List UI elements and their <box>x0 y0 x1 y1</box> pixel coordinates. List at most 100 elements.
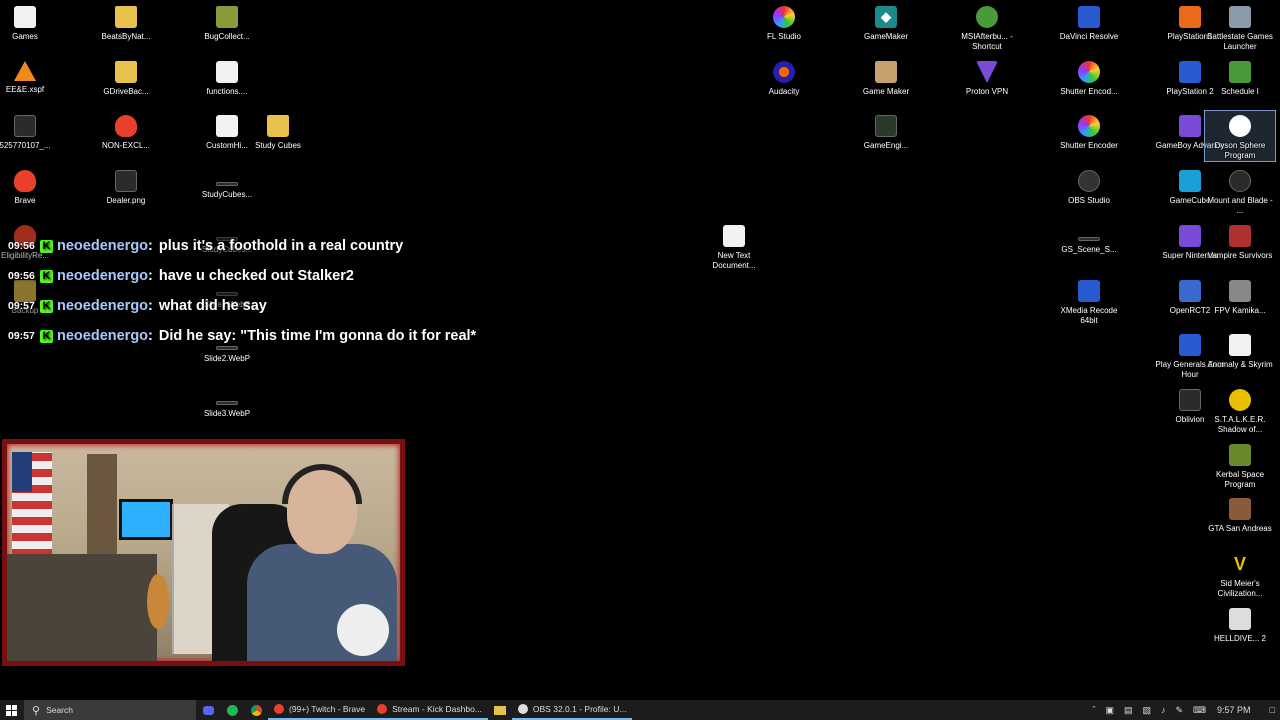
taskbar-search[interactable]: ⚲ Search <box>24 700 196 720</box>
desktop-icon-gdrivebac[interactable]: GDriveBac... <box>91 57 161 97</box>
desktop-icon-fpv-kamikaze[interactable]: FPV Kamika... <box>1205 276 1275 316</box>
chat-separator: : <box>148 268 153 284</box>
taskbar-app-obs[interactable]: OBS 32.0.1 - Profile: U... <box>511 700 633 720</box>
keyboard-icon[interactable]: ⌨ <box>1193 705 1206 716</box>
webcam-headset <box>282 464 362 504</box>
brave-icon <box>14 170 36 192</box>
taskbar-app-label: (99+) Twitch - Brave <box>289 704 366 714</box>
chevron-up-icon[interactable]: ˆ <box>1092 705 1095 715</box>
desktop-icon-shutter-encoder[interactable]: Shutter Encoder <box>1054 111 1124 151</box>
folder-icon <box>115 61 137 83</box>
desktop-icon-games[interactable]: Games <box>0 2 60 42</box>
desktop-icon-gameengi[interactable]: GameEngi... <box>851 111 921 151</box>
pen-icon[interactable]: ✎ <box>1175 705 1183 716</box>
webcam-monitor <box>119 499 173 540</box>
chat-username: neoedenergo <box>57 328 149 344</box>
desktop-icon-fl-studio[interactable]: FL Studio <box>749 2 819 42</box>
webcam-overlay <box>2 439 405 666</box>
display-icon[interactable]: ▣ <box>1105 705 1114 716</box>
desktop-icon-xmedia-recode[interactable]: XMedia Recode 64bit <box>1054 276 1124 326</box>
obs-icon <box>1078 170 1100 192</box>
chat-text: Did he say: "This time I'm gonna do it f… <box>158 328 477 344</box>
desktop-icon-audacity[interactable]: Audacity <box>749 57 819 97</box>
generals-icon <box>1179 334 1201 356</box>
gamemaker-icon: ◆ <box>875 6 897 28</box>
desktop-icon-schedule-i[interactable]: Schedule I <box>1205 57 1275 97</box>
desktop-icon-slide3[interactable]: Slide3.WebP <box>192 385 262 419</box>
desktop-icon-bugcollect[interactable]: BugCollect... <box>192 2 262 42</box>
taskbar: ⚲ Search (99+) Twitch - Brave Stream - K… <box>0 700 1280 720</box>
desktop-icon-civilization[interactable]: V Sid Meier's Civilization... <box>1205 549 1275 599</box>
kick-badge-icon: K <box>40 299 53 313</box>
chrome-taskbar-icon[interactable] <box>244 700 268 720</box>
dyson-sphere-icon <box>1229 115 1251 137</box>
desktop-icon-msi-afterburner[interactable]: MSIAfterbu... - Shortcut <box>952 2 1022 52</box>
desktop-icon-anomaly-skyrim[interactable]: Anomaly & Skyrim <box>1205 330 1275 370</box>
chat-username: neoedenergo <box>57 268 149 284</box>
taskbar-app-twitch-brave[interactable]: (99+) Twitch - Brave <box>268 700 372 720</box>
desktop-icon-brave[interactable]: Brave <box>0 166 60 206</box>
desktop-icon-kerbal[interactable]: Kerbal Space Program <box>1205 440 1275 490</box>
folder-icon <box>216 6 238 28</box>
search-icon: ⚲ <box>32 704 41 717</box>
chat-text: have u checked out Stalker2 <box>158 268 354 284</box>
desktop-icon-new-text-document[interactable]: New Text Document... <box>699 221 769 271</box>
webcam-microphone <box>337 604 389 656</box>
stalker-icon <box>1229 389 1251 411</box>
desktop-icon-functions[interactable]: functions.... <box>192 57 262 97</box>
proton-vpn-icon <box>976 61 998 83</box>
desktop-icon-beatsbynat[interactable]: BeatsByNat... <box>91 2 161 42</box>
fl-studio-icon <box>773 6 795 28</box>
webcam-guitar <box>147 574 169 629</box>
spotify-taskbar-icon[interactable] <box>220 700 244 720</box>
desktop-icon-dealer-png[interactable]: Dealer.png <box>91 166 161 206</box>
notification-icon[interactable]: □ <box>1270 705 1275 715</box>
desktop-icon-game-maker[interactable]: Game Maker <box>851 57 921 97</box>
chat-text: plus it's a foothold in a real country <box>158 238 404 254</box>
desktop-icon-davinci-resolve[interactable]: DaVinci Resolve <box>1054 2 1124 42</box>
game-engine-icon <box>875 115 897 137</box>
desktop-icon-study-cubes[interactable]: Study Cubes <box>243 111 313 151</box>
folder-icon <box>115 6 137 28</box>
volume-icon[interactable]: ♪ <box>1161 705 1166 715</box>
gamecube-icon <box>1179 170 1201 192</box>
brave-icon <box>377 704 388 714</box>
desktop-icon-stalker[interactable]: S.T.A.L.K.E.R. Shadow of... <box>1205 385 1275 435</box>
desktop-icon-vampire-survivors[interactable]: Vampire Survivors <box>1205 221 1275 261</box>
text-file-icon <box>216 61 238 83</box>
desktop-icon-non-excl[interactable]: NON-EXCL... <box>91 111 161 151</box>
brave-icon <box>115 115 137 137</box>
webcam-flag-canton <box>12 452 32 492</box>
discord-taskbar-icon[interactable] <box>196 700 220 720</box>
desktop-icon-obs-studio[interactable]: OBS Studio <box>1054 166 1124 206</box>
desktop-icon-gs-scene[interactable]: GS_Scene_S... <box>1054 221 1124 255</box>
image-file-icon <box>216 401 238 405</box>
start-button[interactable] <box>0 700 22 720</box>
chat-text: what did he say <box>158 298 267 314</box>
desktop-icon-eee-xspf[interactable]: EE&E.xspf <box>0 57 60 95</box>
taskbar-app-kick-dashboard[interactable]: Stream - Kick Dashbo... <box>371 700 488 720</box>
openrct2-icon <box>1179 280 1201 302</box>
taskbar-app-label: OBS 32.0.1 - Profile: U... <box>532 704 627 714</box>
desktop-icon-proton-vpn[interactable]: Proton VPN <box>952 57 1022 97</box>
desktop-icon-helldivers[interactable]: HELLDIVE... 2 <box>1205 604 1275 644</box>
desktop-icon-dyson-sphere[interactable]: Dyson Sphere Program <box>1204 110 1276 162</box>
davinci-resolve-icon <box>1078 6 1100 28</box>
shutter-encoder-icon <box>1078 115 1100 137</box>
text-file-icon <box>14 6 36 28</box>
network-icon[interactable]: ▤ <box>1124 705 1133 716</box>
xmedia-recode-icon <box>1078 280 1100 302</box>
helldivers-icon <box>1229 608 1251 630</box>
desktop-icon-mount-and-blade[interactable]: Mount and Blade - ... <box>1205 166 1275 216</box>
civilization-icon: V <box>1233 553 1246 574</box>
desktop-icon-shutter-encod[interactable]: Shutter Encod... <box>1054 57 1124 97</box>
clock[interactable]: 9:57 PM <box>1217 705 1251 715</box>
desktop-icon-studycubes-1[interactable]: StudyCubes... <box>192 166 262 200</box>
desktop-icon-gta-san-andreas[interactable]: GTA San Andreas <box>1205 494 1275 534</box>
desktop-icon-gamemaker[interactable]: ◆ GameMaker <box>851 2 921 42</box>
desktop-icon-525770107[interactable]: 525770107_... <box>0 111 60 151</box>
file-explorer-taskbar-icon[interactable] <box>488 700 512 720</box>
battery-icon[interactable]: ▧ <box>1142 705 1151 716</box>
desktop-icon-battlestate[interactable]: Battlestate Games Launcher <box>1205 2 1275 52</box>
chat-separator: : <box>148 238 153 254</box>
